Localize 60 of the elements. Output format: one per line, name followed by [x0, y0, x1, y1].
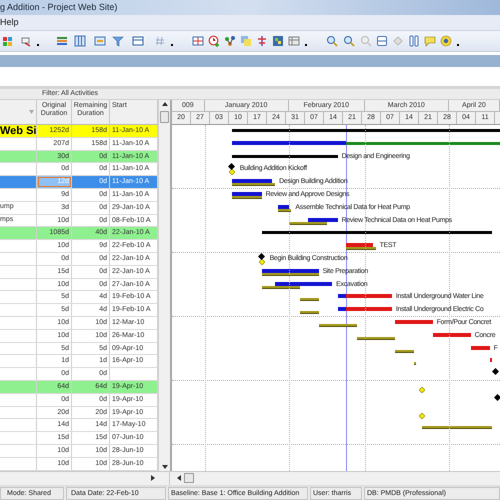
menu-item[interactable]: Help: [0, 16, 20, 30]
filter-icon[interactable]: [112, 35, 124, 47]
scroll-left-icon[interactable]: [177, 475, 181, 482]
baseline-bar: [278, 208, 292, 212]
milestone-icon: [228, 163, 236, 170]
baseline-bar: [394, 350, 414, 353]
milestone-icon: [494, 394, 500, 401]
report-icon[interactable]: [2, 35, 14, 47]
window-title: g Addition - Project Web Site): [0, 0, 118, 14]
pause-icon[interactable]: [408, 35, 420, 47]
network-icon[interactable]: [224, 35, 236, 47]
baseline-milestone-icon: [418, 386, 425, 393]
activity-bar: [338, 294, 346, 298]
baseline-bar: [262, 286, 300, 289]
critical-bar: [346, 307, 392, 312]
milestone-icon: [258, 252, 266, 260]
activity-bar: [278, 204, 289, 209]
baseline-bar: [422, 426, 492, 430]
scroll-up-icon[interactable]: [162, 102, 168, 106]
activity-bar: [262, 268, 319, 273]
grid-icon[interactable]: [192, 35, 204, 47]
critical-bar: [346, 243, 373, 248]
baseline-bar: [288, 222, 327, 225]
baseline-bar: [356, 336, 395, 340]
critical-bar: [490, 358, 492, 362]
critical-bar: [470, 346, 490, 350]
activity-bar: [308, 218, 338, 222]
baseline-bar: [232, 183, 276, 186]
layout-icon[interactable]: [132, 35, 144, 47]
activity-bar: [232, 192, 262, 196]
baseline-milestone-icon: [418, 412, 425, 419]
rectangle-icon[interactable]: [94, 35, 106, 47]
baseline-bar: [262, 272, 319, 276]
baseline-bar: [300, 311, 319, 314]
rows-icon[interactable]: [376, 35, 388, 47]
bars-icon[interactable]: [56, 35, 68, 47]
baseline-bar: [414, 362, 416, 366]
activity-bar: [275, 282, 332, 286]
zoom-in-icon[interactable]: [326, 35, 338, 47]
baseline-bar: [318, 324, 357, 327]
activity-bar: [232, 179, 272, 184]
clock-icon[interactable]: [208, 35, 220, 47]
baseline-bar: [232, 196, 262, 199]
comment-icon[interactable]: [424, 35, 436, 47]
baseline-milestone-icon: [228, 169, 235, 176]
baseline-bar: [346, 247, 376, 250]
zoom-out-icon[interactable]: [343, 35, 355, 47]
activity-bar: [338, 307, 346, 312]
critical-bar: [432, 332, 471, 337]
table-cell: Web Si: [0, 125, 36, 137]
scroll-thumb[interactable]: [160, 111, 169, 123]
scroll-thumb[interactable]: [184, 473, 194, 484]
scroll-right-icon[interactable]: [151, 475, 155, 482]
baseline-bar: [300, 298, 319, 302]
critical-bar: [346, 294, 392, 298]
columns-icon[interactable]: [74, 35, 86, 47]
critical-bar: [394, 320, 433, 324]
baseline-milestone-icon: [258, 258, 265, 265]
milestone-icon: [492, 368, 498, 376]
vertical-scrollbar[interactable]: [158, 100, 170, 471]
